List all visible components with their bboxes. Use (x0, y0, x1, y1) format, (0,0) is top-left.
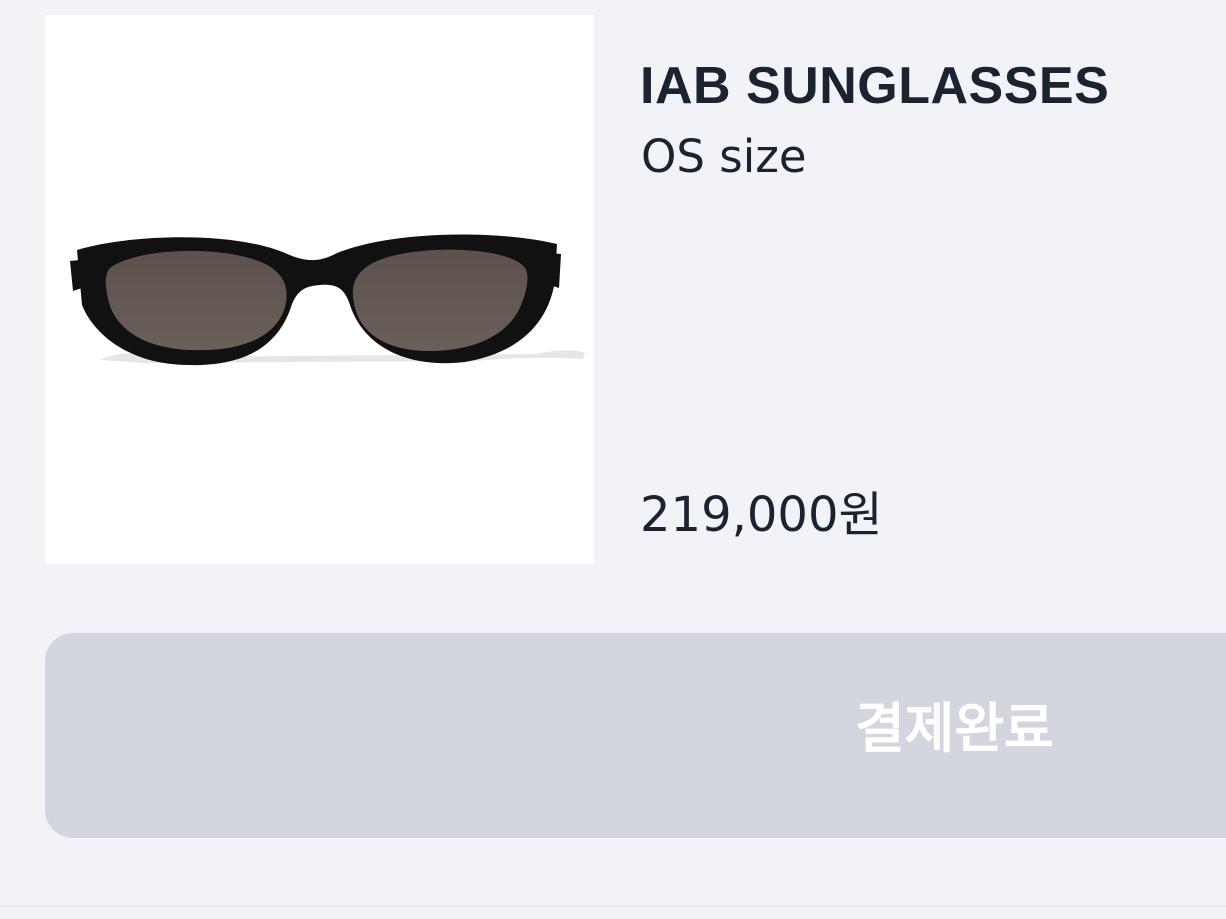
product-size: OS size (641, 130, 807, 183)
sunglasses-icon (70, 234, 585, 366)
payment-complete-button[interactable]: 결제완료 (45, 633, 1226, 838)
product-price: 219,000원 (640, 487, 883, 543)
purchased-product-card: IAB SUNGLASSES OS size 219,000원 결제완료 (0, 0, 1226, 919)
product-title: IAB SUNGLASSES (640, 56, 1110, 115)
bottom-divider (0, 905, 1226, 907)
product-image (45, 15, 594, 564)
payment-complete-label: 결제완료 (855, 697, 1054, 760)
